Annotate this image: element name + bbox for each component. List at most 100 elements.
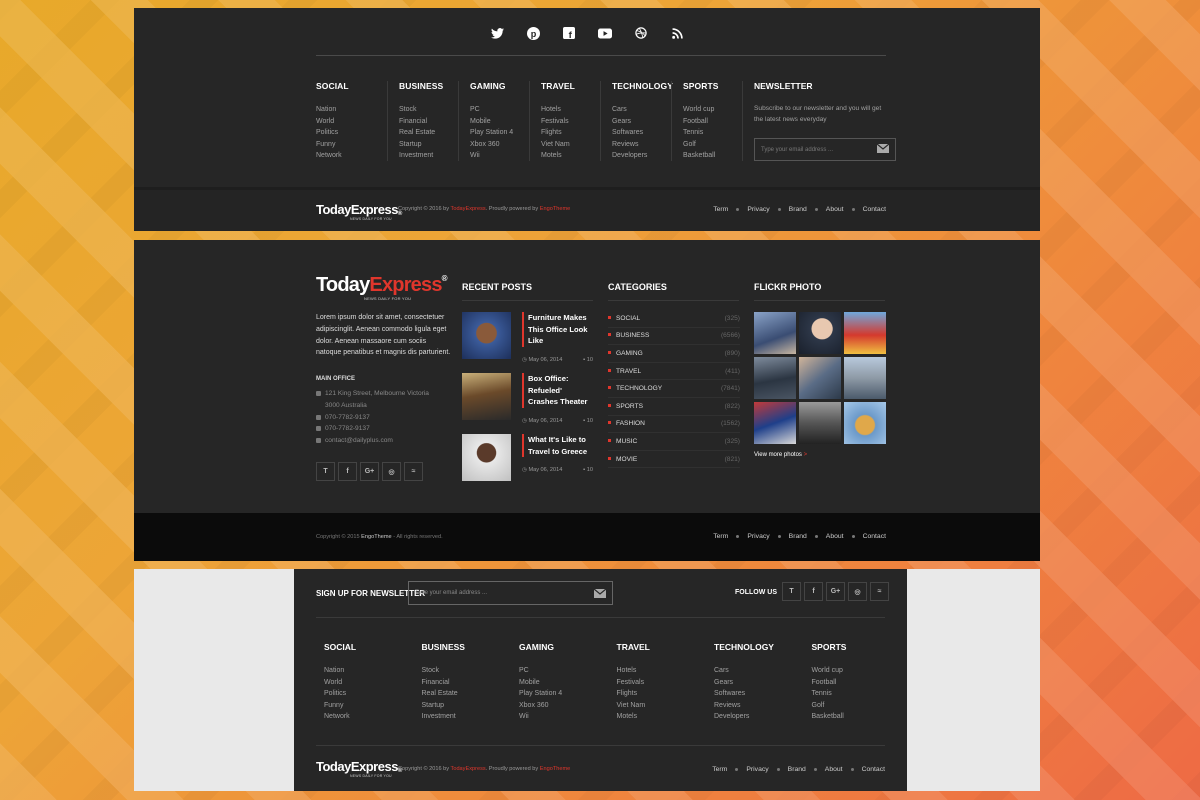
- flickr-photo[interactable]: [754, 402, 796, 444]
- footer-link[interactable]: Xbox 360: [470, 139, 529, 151]
- newsletter-email-input[interactable]: Type your email address ...: [754, 138, 896, 161]
- post-title[interactable]: Box Office: Refueled' Crashes Theater: [522, 373, 593, 408]
- footer-link[interactable]: Financial: [422, 677, 520, 689]
- footer-nav-link[interactable]: Term: [713, 206, 728, 213]
- post-title[interactable]: Furniture Makes This Office Look Like: [522, 312, 593, 347]
- footer-link[interactable]: Flights: [617, 688, 715, 700]
- footer-link[interactable]: Basketball: [683, 150, 742, 162]
- recent-post[interactable]: What It's Like to Travel to Greece ◷ May …: [462, 434, 593, 481]
- dribbble-icon[interactable]: ◎: [848, 582, 867, 601]
- envelope-icon[interactable]: [876, 143, 890, 155]
- footer-link[interactable]: Tennis: [812, 688, 910, 700]
- footer-link[interactable]: Golf: [812, 700, 910, 712]
- footer-link[interactable]: PC: [470, 104, 529, 116]
- footer-link[interactable]: Softwares: [714, 688, 812, 700]
- footer-nav-link[interactable]: Privacy: [746, 766, 768, 773]
- footer-nav-link[interactable]: Contact: [863, 533, 886, 540]
- footer-link[interactable]: Funny: [324, 700, 422, 712]
- footer-link[interactable]: Tennis: [683, 127, 742, 139]
- category-item[interactable]: TECHNOLOGY (7841): [608, 380, 740, 398]
- footer-link[interactable]: Real Estate: [422, 688, 520, 700]
- footer-nav-link[interactable]: Term: [713, 533, 728, 540]
- footer-link[interactable]: Mobile: [519, 677, 617, 689]
- copyright-engo-link[interactable]: EngoTheme: [540, 206, 570, 212]
- facebook-icon[interactable]: f: [562, 26, 576, 40]
- footer-link[interactable]: Motels: [617, 711, 715, 723]
- brand-logo-large[interactable]: TodayExpress® NEWS DAILY FOR YOU: [316, 274, 448, 301]
- footer-nav-link[interactable]: About: [826, 533, 844, 540]
- footer-nav-link[interactable]: Brand: [788, 766, 806, 773]
- footer-link[interactable]: Financial: [399, 116, 458, 128]
- footer-link[interactable]: Reviews: [612, 139, 671, 151]
- footer-link[interactable]: Gears: [612, 116, 671, 128]
- footer-nav-link[interactable]: Brand: [789, 206, 807, 213]
- footer-link[interactable]: Developers: [714, 711, 812, 723]
- footer-link[interactable]: Festivals: [617, 677, 715, 689]
- envelope-icon[interactable]: [594, 588, 606, 598]
- footer-link[interactable]: Network: [316, 150, 387, 162]
- footer-nav-link[interactable]: Term: [712, 766, 727, 773]
- footer-link[interactable]: Startup: [422, 700, 520, 712]
- newsletter-email-input[interactable]: Type your email address ...: [408, 581, 613, 605]
- flickr-photo[interactable]: [799, 312, 841, 354]
- footer-link[interactable]: Cars: [714, 665, 812, 677]
- category-item[interactable]: BUSINESS (6566): [608, 328, 740, 346]
- rss-icon[interactable]: [670, 26, 684, 40]
- flickr-photo[interactable]: [844, 357, 886, 399]
- category-item[interactable]: TRAVEL (411): [608, 363, 740, 381]
- category-item[interactable]: FASHION (1562): [608, 416, 740, 434]
- footer-link[interactable]: Golf: [683, 139, 742, 151]
- footer-link[interactable]: World: [316, 116, 387, 128]
- footer-link[interactable]: Cars: [612, 104, 671, 116]
- copyright-brand-link[interactable]: TodayExpress: [451, 766, 486, 772]
- footer-link[interactable]: World cup: [683, 104, 742, 116]
- footer-link[interactable]: Investment: [422, 711, 520, 723]
- category-item[interactable]: SPORTS (822): [608, 398, 740, 416]
- category-item[interactable]: GAMING (890): [608, 345, 740, 363]
- footer-link[interactable]: Network: [324, 711, 422, 723]
- facebook-icon[interactable]: f: [804, 582, 823, 601]
- twitter-icon[interactable]: [490, 26, 504, 40]
- footer-link[interactable]: Gears: [714, 677, 812, 689]
- category-item[interactable]: MOVIE (821): [608, 451, 740, 469]
- rss-icon[interactable]: ≈: [404, 462, 423, 481]
- footer-link[interactable]: Developers: [612, 150, 671, 162]
- footer-link[interactable]: Investment: [399, 150, 458, 162]
- footer-link[interactable]: Politics: [324, 688, 422, 700]
- brand-logo[interactable]: Today Express ® NEWS DAILY FOR YOU: [316, 202, 402, 221]
- pinterest-icon[interactable]: p: [526, 26, 540, 40]
- footer-link[interactable]: Football: [683, 116, 742, 128]
- footer-link[interactable]: Hotels: [617, 665, 715, 677]
- youtube-icon[interactable]: [598, 26, 612, 40]
- footer-nav-link[interactable]: About: [826, 206, 844, 213]
- footer-link[interactable]: Viet Nam: [617, 700, 715, 712]
- flickr-photo[interactable]: [844, 402, 886, 444]
- dribbble-icon[interactable]: ◎: [382, 462, 401, 481]
- footer-link[interactable]: Softwares: [612, 127, 671, 139]
- twitter-icon[interactable]: T: [782, 582, 801, 601]
- footer-link[interactable]: Wii: [519, 711, 617, 723]
- footer-nav-link[interactable]: Brand: [789, 533, 807, 540]
- footer-nav-link[interactable]: Contact: [863, 206, 886, 213]
- recent-post[interactable]: Box Office: Refueled' Crashes Theater ◷ M…: [462, 373, 593, 424]
- footer-link[interactable]: Stock: [399, 104, 458, 116]
- twitter-icon[interactable]: T: [316, 462, 335, 481]
- dribbble-icon[interactable]: [634, 26, 648, 40]
- post-thumbnail[interactable]: [462, 312, 511, 359]
- footer-link[interactable]: Startup: [399, 139, 458, 151]
- footer-link[interactable]: Nation: [324, 665, 422, 677]
- category-item[interactable]: SOCIAL (325): [608, 310, 740, 328]
- footer-link[interactable]: Reviews: [714, 700, 812, 712]
- recent-post[interactable]: Furniture Makes This Office Look Like ◷ M…: [462, 312, 593, 363]
- post-thumbnail[interactable]: [462, 373, 511, 420]
- footer-nav-link[interactable]: Privacy: [747, 533, 769, 540]
- google-plus-icon[interactable]: G+: [360, 462, 379, 481]
- footer-link[interactable]: Football: [812, 677, 910, 689]
- google-plus-icon[interactable]: G+: [826, 582, 845, 601]
- footer-link[interactable]: Xbox 360: [519, 700, 617, 712]
- flickr-photo[interactable]: [754, 357, 796, 399]
- copyright-engo-link[interactable]: EngoTheme: [540, 766, 570, 772]
- footer-nav-link[interactable]: Privacy: [747, 206, 769, 213]
- flickr-photo[interactable]: [799, 402, 841, 444]
- email[interactable]: contact@dailyplus.com: [316, 435, 441, 447]
